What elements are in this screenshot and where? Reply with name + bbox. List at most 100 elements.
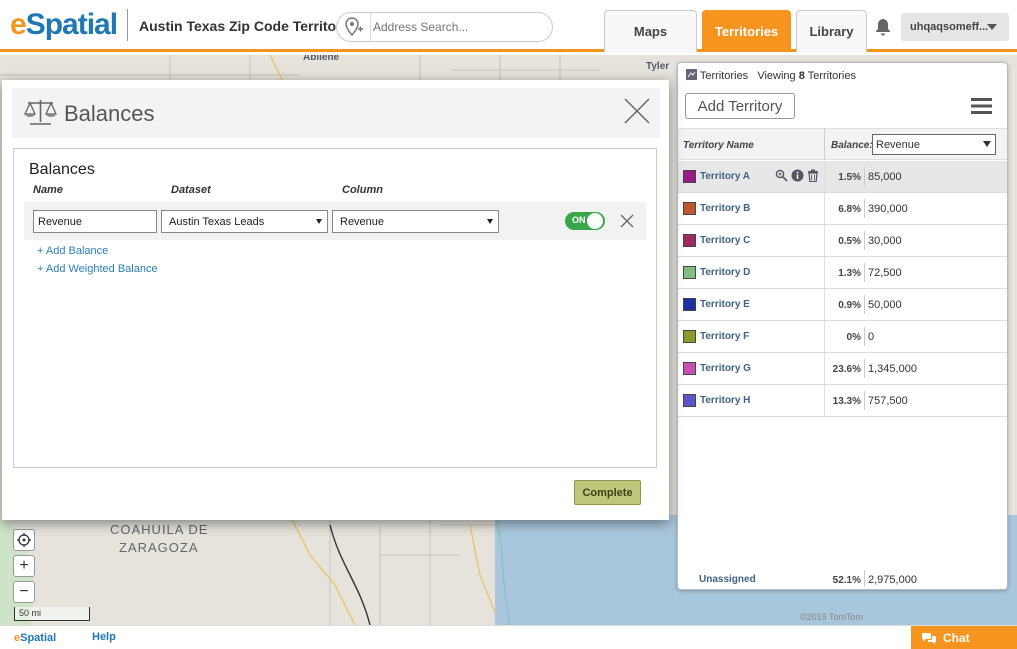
column-select[interactable]: Revenue	[332, 210, 499, 233]
territory-balance-value: 30,000	[868, 235, 902, 247]
territory-balance-value: 50,000	[868, 299, 902, 311]
map-credit: ©2019 TomTom	[800, 612, 863, 622]
balance-scale-icon	[23, 98, 58, 126]
dataset-select[interactable]: Austin Texas Leads	[161, 210, 328, 233]
modal-header: Balances	[12, 88, 660, 138]
table-row[interactable]: Territory B 6.8% 390,000	[678, 193, 1007, 225]
balances-modal: Balances Balances Name Dataset Column Re…	[2, 80, 669, 520]
col-name-header: Name	[33, 184, 63, 196]
chevron-down-icon	[316, 219, 322, 224]
notification-bell-icon[interactable]	[873, 17, 893, 37]
unassigned-row: Unassigned 52.1% 2,975,000	[678, 566, 1007, 590]
territory-percent: 6.8%	[838, 204, 861, 215]
table-row[interactable]: Territory E 0.9% 50,000	[678, 289, 1007, 321]
close-icon[interactable]	[623, 97, 651, 125]
locate-icon[interactable]	[13, 529, 35, 551]
balances-form: Balances Name Dataset Column Revenue Aus…	[13, 148, 657, 468]
territory-color-swatch[interactable]	[683, 298, 696, 311]
chat-button[interactable]: Chat	[911, 626, 1017, 649]
col-territory-name: Territory Name	[683, 140, 754, 151]
territory-color-swatch[interactable]	[683, 170, 696, 183]
app-footer: eSpatial Help Chat	[0, 625, 1017, 649]
header-divider	[127, 9, 128, 41]
territory-percent: 0%	[846, 332, 861, 343]
map-label-coahuila: COAHUILA DE	[110, 522, 209, 537]
toggle-knob	[587, 213, 603, 229]
territory-percent: 0.5%	[838, 236, 861, 247]
tab-territories[interactable]: Territories	[702, 10, 791, 52]
address-search-input[interactable]	[373, 19, 548, 35]
territory-name[interactable]: Territory B	[700, 203, 750, 214]
territory-name[interactable]: Territory C	[700, 235, 750, 246]
territory-name[interactable]: Territory D	[700, 267, 750, 278]
info-icon[interactable]	[791, 169, 804, 182]
territory-percent: 13.3%	[832, 396, 861, 407]
territory-color-swatch[interactable]	[683, 234, 696, 247]
table-row[interactable]: Territory G 23.6% 1,345,000	[678, 353, 1007, 385]
territory-percent: 1.3%	[838, 268, 861, 279]
territory-balance-value: 757,500	[868, 395, 908, 407]
project-title: Austin Texas Zip Code Territories	[139, 18, 361, 34]
zoom-in-button[interactable]: +	[13, 555, 35, 577]
balance-row: Revenue Austin Texas Leads Revenue ON	[24, 202, 646, 240]
user-menu[interactable]: uhqaqsomeff...	[901, 13, 1009, 41]
viewing-suffix: Territories	[807, 70, 856, 82]
balance-select[interactable]: Revenue	[872, 134, 996, 155]
territory-percent: 23.6%	[832, 364, 861, 375]
territory-name[interactable]: Territory F	[700, 331, 749, 342]
territory-color-swatch[interactable]	[683, 202, 696, 215]
viewing-prefix: Viewing	[757, 70, 796, 82]
territory-name[interactable]: Territory G	[700, 363, 751, 374]
col-dataset-header: Dataset	[171, 184, 211, 196]
location-pin-icon[interactable]	[337, 13, 371, 41]
app-header: eSpatial Austin Texas Zip Code Territori…	[0, 0, 1017, 52]
espatial-logo[interactable]: eSpatial	[10, 8, 118, 42]
table-row[interactable]: Territory F 0% 0	[678, 321, 1007, 353]
territory-name[interactable]: Territory E	[700, 299, 750, 310]
territories-panel: Territories Viewing 8 Territories Add Te…	[677, 62, 1008, 590]
territory-color-swatch[interactable]	[683, 330, 696, 343]
help-link[interactable]: Help	[92, 631, 116, 643]
col-balance: Balance:	[831, 140, 873, 151]
user-name: uhqaqsomeff...	[910, 21, 989, 33]
toggle-label: ON	[572, 215, 586, 225]
territory-name[interactable]: Territory A	[700, 171, 750, 182]
territory-balance-value: 72,500	[868, 267, 902, 279]
trash-icon[interactable]	[807, 169, 819, 182]
territory-name[interactable]: Territory H	[700, 395, 750, 406]
territory-balance-value: 85,000	[868, 171, 902, 183]
balance-name-input[interactable]: Revenue	[33, 210, 157, 233]
chevron-down-icon	[987, 24, 997, 30]
map-label-abilene: Abilene	[303, 55, 340, 63]
territories-icon	[686, 69, 697, 80]
table-row[interactable]: Territory D 1.3% 72,500	[678, 257, 1007, 289]
territories-tab-label: Territories	[699, 70, 749, 82]
balance-toggle[interactable]: ON	[565, 212, 605, 230]
chevron-down-icon	[983, 141, 991, 147]
remove-balance-icon[interactable]	[619, 213, 635, 229]
tab-library[interactable]: Library	[796, 10, 867, 52]
add-weighted-balance-link[interactable]: + Add Weighted Balance	[37, 263, 158, 275]
tab-maps[interactable]: Maps	[604, 10, 697, 52]
hamburger-menu-icon[interactable]	[971, 98, 992, 114]
add-balance-link[interactable]: + Add Balance	[37, 245, 108, 257]
zoom-to-icon[interactable]	[775, 169, 788, 182]
table-row[interactable]: Territory A 1.5% 85,000	[678, 161, 1007, 193]
complete-button[interactable]: Complete	[574, 480, 641, 505]
unassigned-label: Unassigned	[699, 574, 756, 585]
unassigned-percent: 52.1%	[832, 575, 861, 586]
territory-table-header: Territory Name Balance: Revenue	[678, 128, 1007, 160]
territory-color-swatch[interactable]	[683, 394, 696, 407]
footer-logo[interactable]: eSpatial	[14, 632, 56, 644]
territories-panel-header: Territories Viewing 8 Territories	[686, 69, 856, 82]
map-label-tyler: Tyler	[646, 61, 670, 72]
address-search	[336, 12, 553, 42]
table-row[interactable]: Territory H 13.3% 757,500	[678, 385, 1007, 417]
territory-color-swatch[interactable]	[683, 266, 696, 279]
zoom-out-button[interactable]: −	[13, 581, 35, 603]
add-territory-button[interactable]: Add Territory	[685, 93, 795, 119]
territory-color-swatch[interactable]	[683, 362, 696, 375]
viewing-count: 8	[798, 70, 805, 82]
table-row[interactable]: Territory C 0.5% 30,000	[678, 225, 1007, 257]
chat-bubble-icon	[922, 632, 936, 644]
